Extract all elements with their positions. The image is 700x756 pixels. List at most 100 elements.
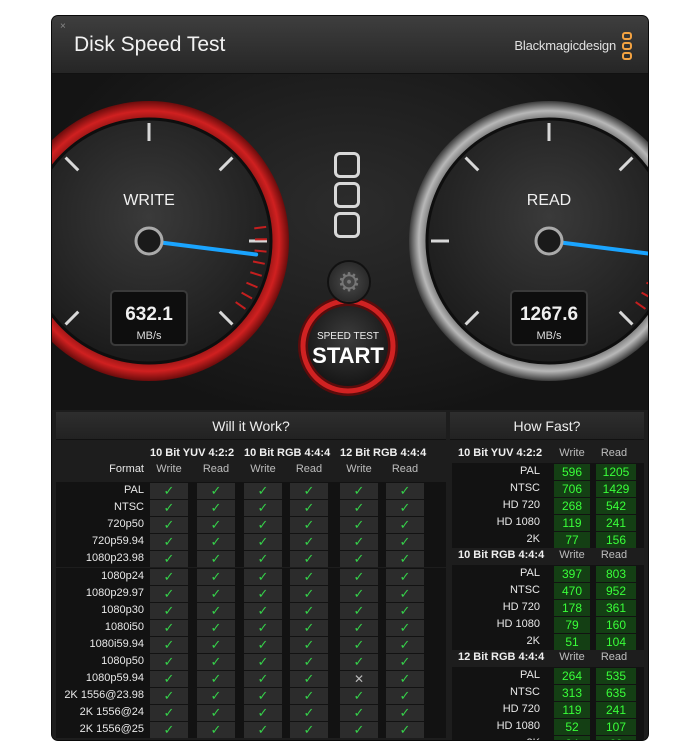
check-icon: ✓ [244, 688, 282, 705]
app-window: × Disk Speed Test Blackmagicdesign WRITE… [52, 16, 648, 740]
check-icon: ✓ [386, 705, 424, 722]
check-icon: ✓ [150, 688, 188, 705]
read-column-header: Read [600, 651, 628, 663]
format-group-header: 10 Bit RGB 4:4:4 [244, 447, 331, 459]
write-column-header: Write [250, 463, 276, 475]
check-icon: ✓ [244, 602, 282, 619]
read-column-header: Read [202, 463, 230, 475]
check-icon: ✓ [244, 551, 282, 568]
check-icon: ✓ [197, 619, 235, 636]
format-label: 2K 1556@25 [79, 723, 144, 736]
read-speed-cell: 156 [596, 532, 636, 548]
check-icon: ✓ [197, 534, 235, 551]
speed-format-label: PAL [520, 567, 540, 579]
will-it-work-title: Will it Work? [56, 412, 446, 440]
check-icon: ✓ [197, 654, 235, 670]
read-speed-cell: 104 [596, 634, 636, 650]
read-speed-cell: 1429 [596, 481, 636, 497]
write-speed-cell: 470 [554, 583, 590, 599]
read-column-header: Read [391, 463, 419, 475]
format-label: 1080p50 [101, 655, 144, 667]
speed-format-label: HD 720 [502, 703, 540, 715]
gauge-panel: WRITE 632.1 MB/s READ 1267.6 MB/s ⚙ SPEE… [52, 74, 648, 410]
write-speed-cell: 79 [554, 617, 590, 633]
check-icon: ✓ [290, 500, 328, 517]
format-label: 1080p29.97 [85, 586, 144, 599]
write-column-header: Write [346, 463, 372, 475]
check-icon: ✓ [244, 722, 282, 739]
check-icon: ✓ [150, 568, 188, 585]
title-bar: × Disk Speed Test Blackmagicdesign [52, 16, 648, 74]
check-icon: ✓ [290, 705, 328, 722]
format-label: 1080i59.94 [89, 637, 144, 650]
read-speed-value: 1267.6 [519, 304, 579, 325]
read-speed-cell: 241 [596, 702, 636, 718]
read-speed-cell: 952 [596, 583, 636, 599]
write-speed-cell: 397 [554, 566, 590, 582]
read-column-header: Read [600, 549, 628, 561]
format-label: 2K 1556@23.98 [64, 689, 144, 702]
format-label: 720p50 [107, 518, 144, 531]
read-speed-cell: 542 [596, 498, 636, 514]
check-icon: ✓ [290, 534, 328, 551]
format-label: 1080p59.94 [85, 672, 144, 685]
write-speed-cell: 51 [554, 634, 590, 650]
check-icon: ✓ [244, 534, 282, 551]
check-icon: ✓ [340, 500, 378, 517]
check-icon: ✓ [244, 483, 282, 499]
check-icon: ✓ [150, 705, 188, 722]
speed-format-label: 2K [526, 635, 540, 647]
check-icon: ✓ [244, 500, 282, 517]
check-icon: ✓ [340, 722, 378, 739]
check-icon: ✓ [340, 654, 378, 670]
speed-format-label: NTSC [510, 482, 540, 494]
check-icon: ✓ [386, 568, 424, 585]
write-speed-cell: 52 [554, 719, 590, 735]
read-speed-cell: 69 [596, 736, 636, 740]
speed-group-header: 12 Bit RGB 4:4:4 [458, 651, 545, 663]
speed-format-label: NTSC [510, 584, 540, 596]
read-column-header: Read [295, 463, 323, 475]
write-column-header: Write [559, 447, 585, 459]
check-icon: ✓ [244, 568, 282, 585]
write-speed-cell: 178 [554, 600, 590, 616]
write-gauge-needle-hub [134, 226, 164, 256]
check-icon: ✓ [340, 705, 378, 722]
check-icon: ✓ [150, 722, 188, 739]
check-icon: ✓ [290, 654, 328, 670]
start-button-caption: SPEED TEST [316, 331, 380, 342]
close-icon[interactable]: × [60, 21, 66, 32]
format-label: 1080i50 [104, 620, 144, 633]
check-icon: ✓ [290, 636, 328, 653]
check-icon: ✓ [340, 534, 378, 551]
format-label: 1080p23.98 [85, 552, 144, 565]
how-fast-title: How Fast? [450, 412, 644, 440]
speed-format-label: NTSC [510, 686, 540, 698]
check-icon: ✓ [386, 688, 424, 705]
speed-format-label: PAL [520, 669, 540, 681]
check-icon: ✓ [197, 602, 235, 619]
check-icon: ✓ [150, 654, 188, 670]
speed-group-header: 10 Bit RGB 4:4:4 [458, 549, 545, 561]
check-icon: ✓ [244, 636, 282, 653]
check-icon: ✓ [340, 585, 378, 602]
check-icon: ✓ [197, 688, 235, 705]
check-icon: ✓ [386, 602, 424, 619]
check-icon: ✓ [290, 517, 328, 534]
check-icon: ✓ [340, 619, 378, 636]
check-icon: ✓ [197, 517, 235, 534]
check-icon: ✓ [244, 585, 282, 602]
check-icon: ✓ [340, 602, 378, 619]
write-speed-cell: 706 [554, 481, 590, 497]
format-label: 2K 1556@24 [79, 706, 144, 719]
speed-format-label: 2K [464, 737, 540, 740]
check-icon: ✓ [340, 568, 378, 585]
write-speed-value: 632.1 [125, 304, 173, 325]
read-speed-unit: MB/s [536, 330, 562, 342]
write-gauge-tick-redzone [254, 225, 267, 230]
results-panel: Will it Work? How Fast? 10 Bit YUV 4:2:2… [52, 410, 648, 740]
check-icon: ✓ [386, 483, 424, 499]
check-icon: ✓ [340, 688, 378, 705]
check-icon: ✓ [197, 483, 235, 499]
write-column-header: Write [156, 463, 182, 475]
